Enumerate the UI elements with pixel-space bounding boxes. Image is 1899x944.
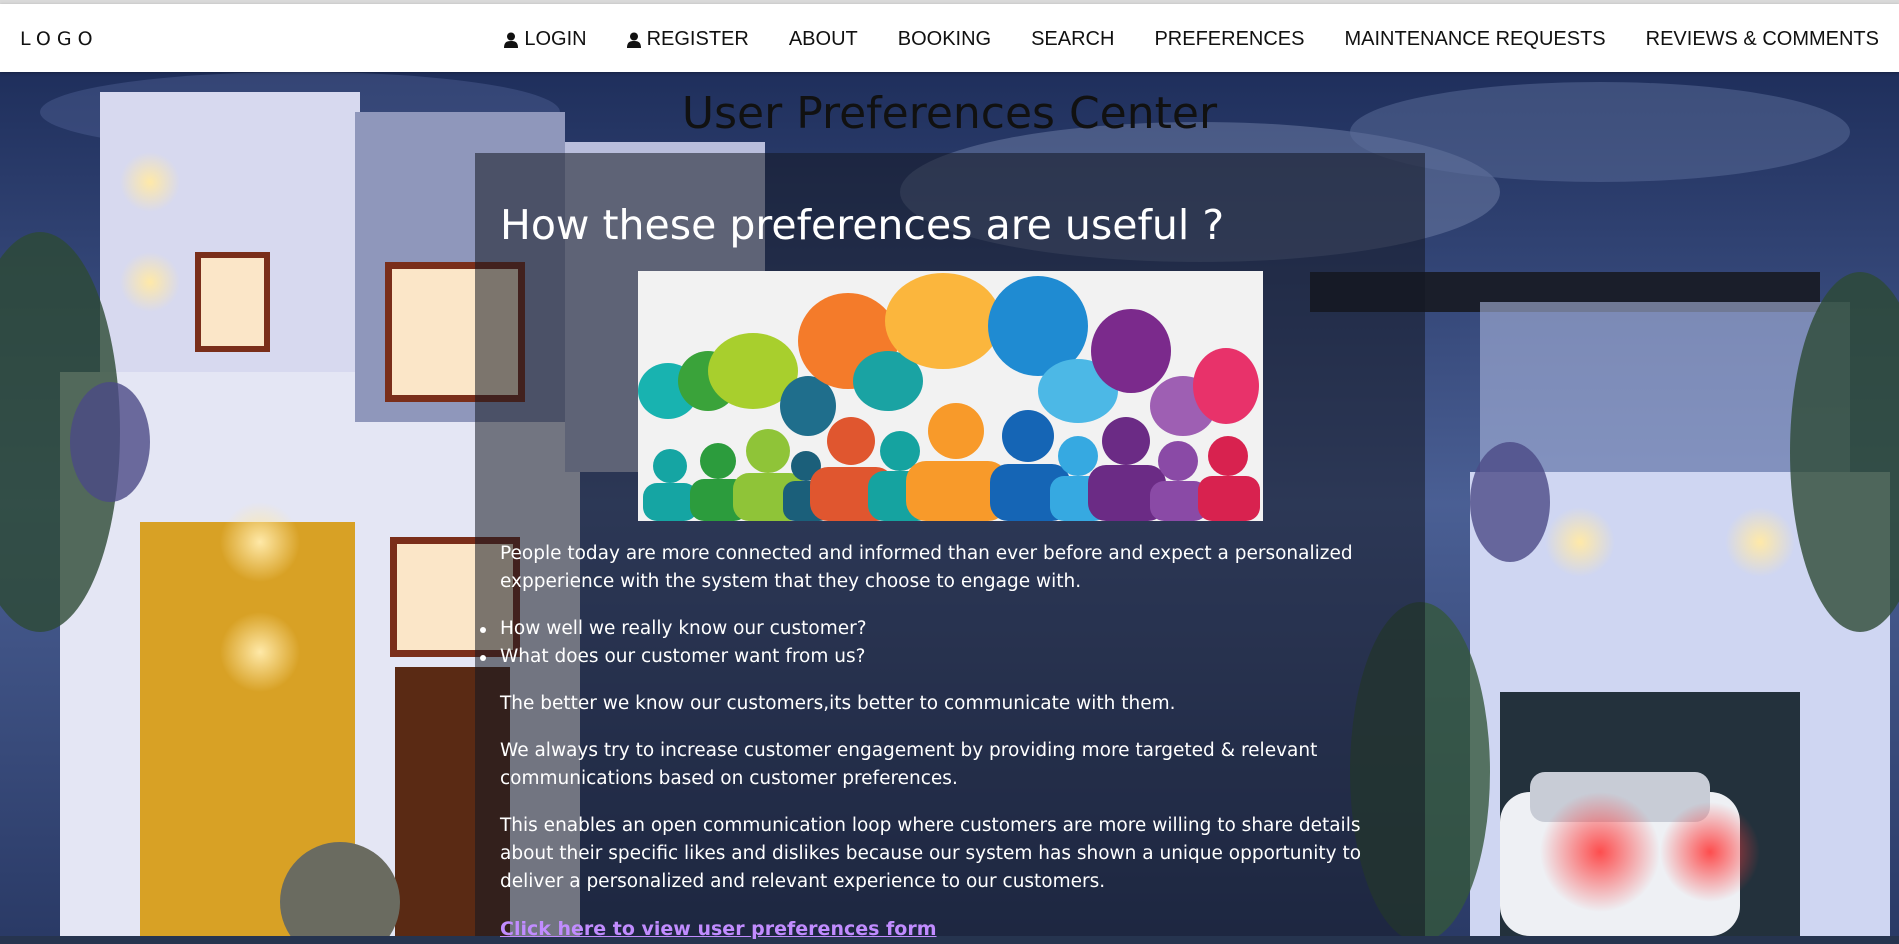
nav-maintenance-requests-link[interactable]: MAINTENANCE REQUESTS — [1344, 28, 1605, 51]
speech-bubbles-image — [638, 271, 1263, 521]
nav-register-link[interactable]: REGISTER — [626, 28, 749, 51]
paragraph-engagement: We always try to increase customer engag… — [500, 740, 1318, 789]
site-logo[interactable]: LOGO — [20, 28, 99, 50]
questions-list: How well we really know our customer? Wh… — [480, 615, 1400, 671]
view-preferences-form-link[interactable]: Click here to view user preferences form — [500, 918, 937, 940]
panel-heading: How these preferences are useful ? — [500, 201, 1225, 249]
top-navbar: LOGO LOGIN REGISTER ABOUT BOOKING SEARCH… — [0, 4, 1899, 72]
list-item: How well we really know our customer? — [480, 615, 1400, 643]
paragraph-communication-loop: This enables an open communication loop … — [500, 815, 1362, 892]
list-item: What does our customer want from us? — [480, 643, 1400, 671]
nav-login-label: LOGIN — [524, 28, 587, 50]
main-nav: LOGIN REGISTER ABOUT BOOKING SEARCH PREF… — [504, 28, 1879, 51]
nav-register-label: REGISTER — [646, 28, 749, 50]
user-icon — [504, 32, 519, 48]
nav-reviews-comments-link[interactable]: REVIEWS & COMMENTS — [1646, 28, 1879, 51]
nav-about-link[interactable]: ABOUT — [789, 28, 858, 51]
nav-search-link[interactable]: SEARCH — [1031, 28, 1114, 51]
nav-login-link[interactable]: LOGIN — [504, 28, 587, 51]
user-icon — [626, 32, 641, 48]
nav-booking-link[interactable]: BOOKING — [898, 28, 991, 51]
panel-content: People today are more connected and info… — [480, 540, 1400, 944]
nav-preferences-link[interactable]: PREFERENCES — [1154, 28, 1304, 51]
intro-paragraph: People today are more connected and info… — [500, 543, 1353, 592]
preferences-info-panel: How these preferences are useful ? Peopl… — [475, 153, 1425, 940]
paragraph-communicate: The better we know our customers,its bet… — [500, 693, 1176, 714]
page-title: User Preferences Center — [681, 88, 1218, 139]
